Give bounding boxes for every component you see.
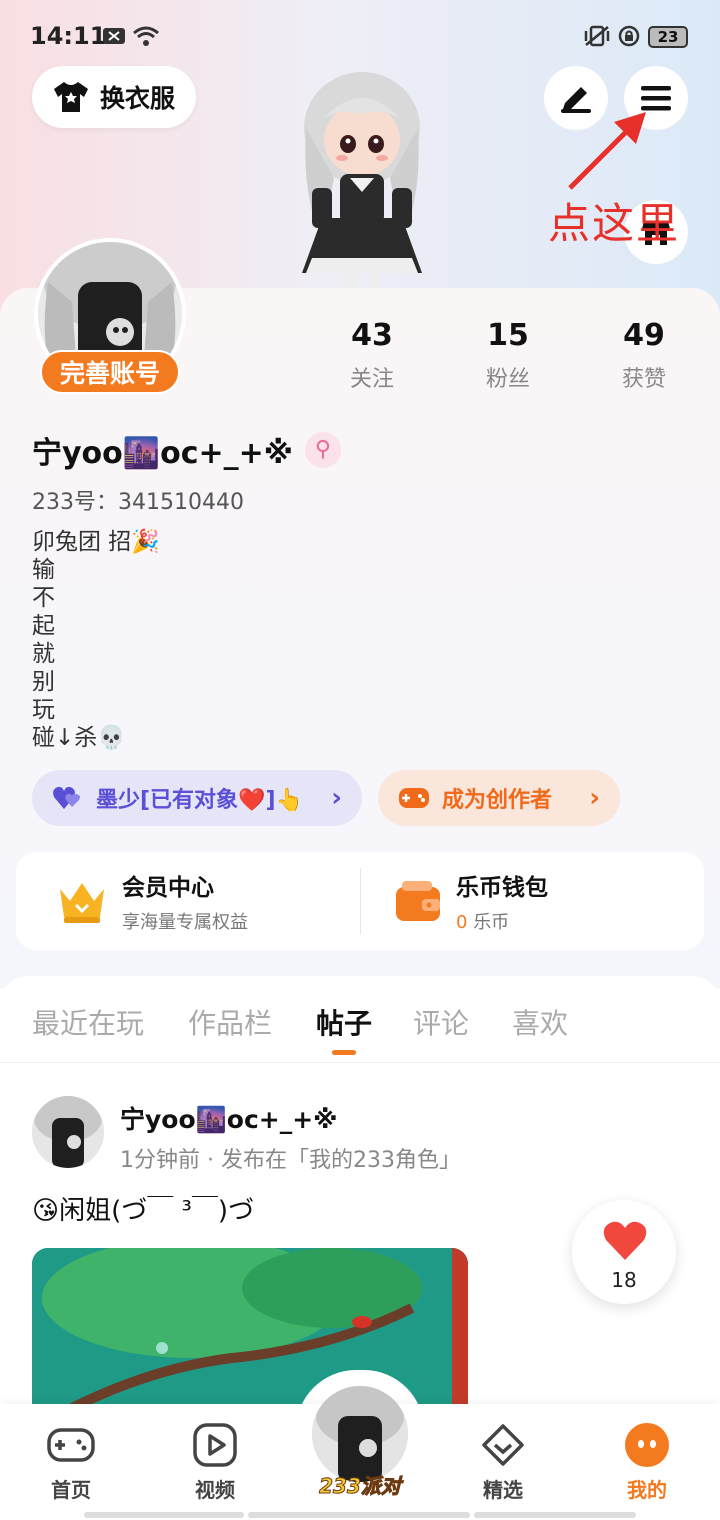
stat-following[interactable]: 43 关注 xyxy=(312,318,432,393)
become-creator-button[interactable]: 成为创作者 › xyxy=(378,770,620,826)
female-gender-icon: ⚲ xyxy=(304,432,341,468)
change-outfit-label: 换衣服 xyxy=(100,84,176,113)
rotation-lock-icon xyxy=(618,25,640,47)
post-author-name[interactable]: 宁yoo🌆oc+_+※ xyxy=(120,1100,337,1136)
wallet-unit: 乐币 xyxy=(473,912,510,933)
chevron-right-icon: › xyxy=(331,783,342,813)
member-center-entry[interactable]: 会员中心 享海量专属权益 xyxy=(56,852,248,950)
nav-video-label: 视频 xyxy=(195,1478,235,1502)
annotation-click-here: 点这里 xyxy=(548,199,681,248)
nav-home[interactable]: 首页 xyxy=(16,1404,126,1520)
wallet-balance: 0 乐币 xyxy=(456,908,548,934)
character-avatar-3d xyxy=(302,72,422,290)
become-creator-label: 成为创作者 xyxy=(442,788,553,813)
vibrate-icon xyxy=(584,25,610,47)
nav-party-label[interactable]: 233派对 xyxy=(312,1470,408,1499)
chevron-right-icon: › xyxy=(589,783,600,813)
active-tab-indicator xyxy=(332,1050,356,1055)
profile-username: 宁yoo🌆oc+_+※ xyxy=(32,436,293,471)
tab-posts[interactable]: 帖子 xyxy=(316,1002,372,1042)
wallet-amount: 0 xyxy=(456,912,468,933)
system-nav-bar xyxy=(474,1512,636,1518)
stat-likes[interactable]: 49 获赞 xyxy=(584,318,704,393)
relationship-tag-label: 墨少[已有对象❤️]👆 xyxy=(96,788,303,813)
profile-face-icon xyxy=(625,1423,669,1467)
heart-chat-icon xyxy=(482,1424,524,1466)
status-time: 14:11 xyxy=(30,22,107,50)
tab-comments[interactable]: 评论 xyxy=(413,1002,469,1042)
nav-featured[interactable]: 精选 xyxy=(448,1404,558,1520)
profile-username-row: 宁yoo🌆oc+_+※ ⚲ xyxy=(32,428,341,472)
post-meta: 1分钟前 · 发布在「我的233角色」 xyxy=(120,1148,461,1173)
post-author-avatar[interactable] xyxy=(32,1096,104,1168)
coin-wallet-entry[interactable]: 乐币钱包 0 乐币 xyxy=(394,852,548,950)
double-heart-icon xyxy=(53,786,80,809)
likes-label: 获赞 xyxy=(621,367,666,392)
stat-followers[interactable]: 15 粉丝 xyxy=(448,318,568,393)
notification-icon xyxy=(103,28,125,44)
followers-count: 15 xyxy=(487,318,529,353)
nav-home-label: 首页 xyxy=(51,1478,91,1502)
change-outfit-button[interactable]: 换衣服 xyxy=(32,66,196,128)
following-label: 关注 xyxy=(349,367,394,392)
member-wallet-card: 会员中心 享海量专属权益 乐币钱包 0 乐币 xyxy=(16,852,704,950)
user-id: 233号：341510440 xyxy=(32,490,244,515)
tab-recently-played[interactable]: 最近在玩 xyxy=(32,1002,144,1042)
member-center-subtitle: 享海量专属权益 xyxy=(122,912,248,933)
wallet-icon xyxy=(396,881,440,921)
gamepad-icon xyxy=(399,788,429,808)
like-count: 18 xyxy=(611,1268,637,1292)
member-center-title: 会员中心 xyxy=(122,875,214,901)
nav-video[interactable]: 视频 xyxy=(160,1404,270,1520)
divider xyxy=(360,868,361,934)
post-text: 😘闲姐(づ￣ ³￣)づ xyxy=(32,1196,255,1226)
profile-bio: 卯兔团 招🎉 输 不 起 就 别 玩 碰↓杀💀 xyxy=(32,529,160,751)
following-count: 43 xyxy=(351,318,393,353)
tab-works[interactable]: 作品栏 xyxy=(188,1002,272,1042)
profile-tabs: 最近在玩 作品栏 帖子 评论 喜欢 xyxy=(0,992,720,1062)
avatar-image xyxy=(312,1386,408,1482)
complete-account-badge[interactable]: 完善账号 xyxy=(40,350,180,394)
divider xyxy=(0,1062,720,1063)
battery-indicator: 23 xyxy=(648,26,688,48)
nav-mine[interactable]: 我的 xyxy=(592,1404,702,1520)
tab-likes[interactable]: 喜欢 xyxy=(512,1002,568,1042)
nav-featured-label: 精选 xyxy=(483,1478,523,1502)
gamepad-icon xyxy=(47,1428,95,1462)
like-button[interactable]: 18 xyxy=(572,1200,676,1304)
wifi-icon xyxy=(133,26,159,46)
avatar-image xyxy=(32,1096,104,1168)
play-icon xyxy=(193,1423,237,1467)
annotation-arrow-icon xyxy=(568,112,646,190)
nav-mine-label: 我的 xyxy=(627,1478,667,1502)
wallet-title: 乐币钱包 xyxy=(456,875,548,901)
heart-icon xyxy=(603,1221,647,1260)
crown-icon xyxy=(60,883,104,923)
system-nav-bar xyxy=(84,1512,244,1518)
status-bar: 14:11 23 xyxy=(0,0,720,70)
shirt-icon xyxy=(54,82,88,112)
likes-count: 49 xyxy=(623,318,665,353)
nav-party-avatar[interactable] xyxy=(312,1386,408,1482)
followers-label: 粉丝 xyxy=(485,367,530,392)
relationship-tag[interactable]: 墨少[已有对象❤️]👆 › xyxy=(32,770,362,826)
system-nav-bar xyxy=(248,1512,470,1518)
